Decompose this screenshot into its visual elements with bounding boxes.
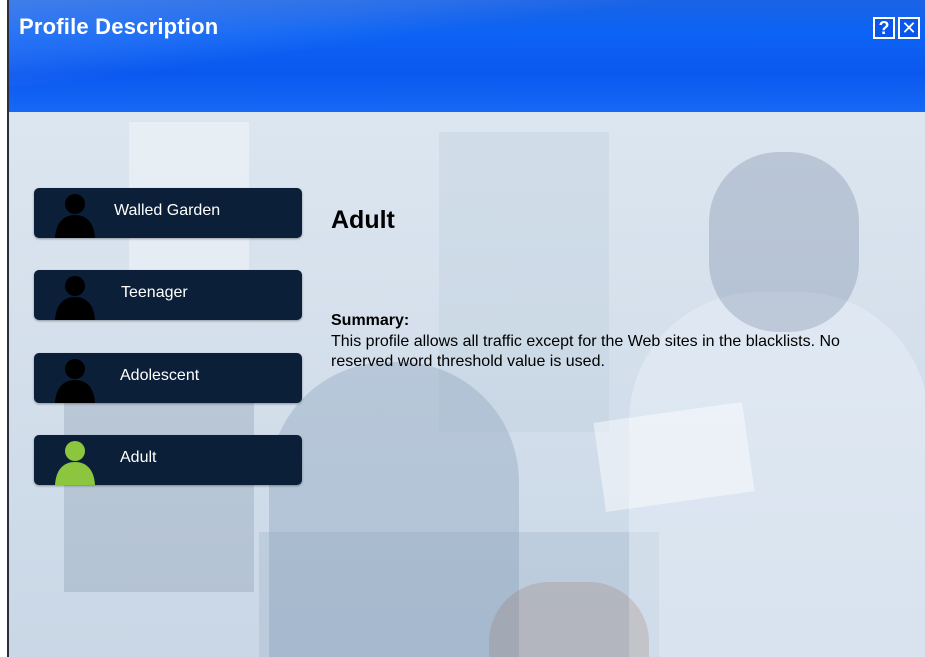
summary-text: This profile allows all traffic except f… <box>331 333 840 370</box>
profile-heading: Adult <box>331 206 395 234</box>
person-icon <box>55 359 95 403</box>
person-icon <box>55 194 95 238</box>
title-bar: Profile Description ? ✕ <box>9 0 925 112</box>
profile-description-window: Profile Description ? ✕ Walled Garden Te… <box>7 0 925 657</box>
background-parent-head <box>709 152 859 332</box>
profile-button-teenager[interactable]: Teenager <box>34 270 302 320</box>
profile-label: Walled Garden <box>114 202 221 219</box>
profile-button-adult[interactable]: Adult <box>34 435 302 485</box>
profile-button-walled-garden[interactable]: Walled Garden <box>34 188 302 238</box>
profile-label: Teenager <box>121 284 188 301</box>
help-button[interactable]: ? <box>873 17 895 39</box>
background-chair <box>489 582 649 657</box>
content-area: Walled Garden Teenager Adolescent Adult <box>9 112 925 657</box>
window-title: Profile Description <box>19 14 219 39</box>
summary-label: Summary: <box>331 312 410 329</box>
person-icon-selected <box>55 441 95 485</box>
profile-label: Adolescent <box>120 367 200 384</box>
profile-label: Adult <box>120 449 157 466</box>
background-child <box>269 362 519 657</box>
profile-button-adolescent[interactable]: Adolescent <box>34 353 302 403</box>
close-button[interactable]: ✕ <box>898 17 920 39</box>
person-icon <box>55 276 95 320</box>
